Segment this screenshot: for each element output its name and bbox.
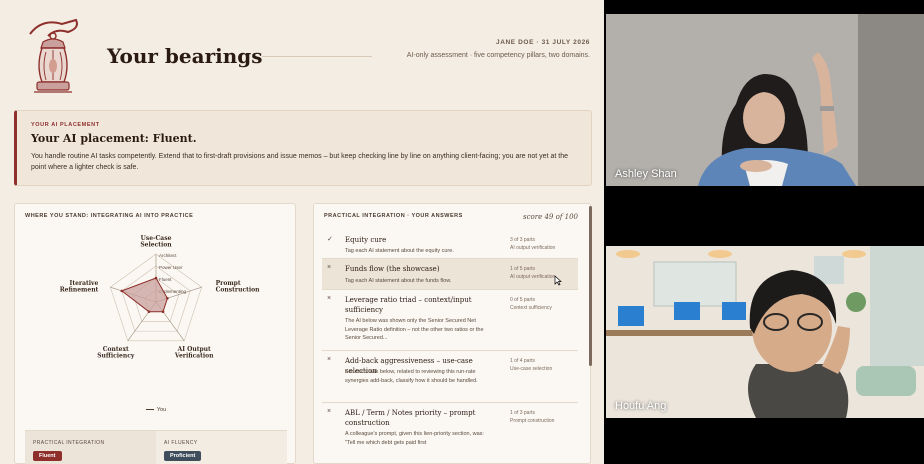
answer-pillar: AI output verification — [510, 274, 556, 280]
placement-summary: PRACTICAL INTEGRATION Fluent AI FLUENCY … — [25, 430, 287, 464]
answer-item[interactable]: ✓ Equity cure Tag each AI statement abou… — [322, 230, 578, 259]
radar-axis-label: Refinement — [60, 287, 99, 294]
shared-screen: Your bearings JANE DOE · 31 JULY 2026 AI… — [0, 0, 604, 464]
page-title: Your bearings — [107, 44, 263, 68]
participant-tile[interactable]: Houfu Ang — [606, 246, 924, 418]
answers-card: PRACTICAL INTEGRATION · YOUR ANSWERS sco… — [313, 203, 592, 464]
answer-meta: 1 of 4 parts Use-case selection — [510, 357, 576, 373]
radar-point — [166, 296, 169, 300]
answer-meta: 3 of 3 parts AI output verification — [510, 236, 576, 252]
answer-prompt: A colleague's prompt, given this lien-pr… — [345, 431, 484, 446]
answer-meta: 1 of 3 parts Prompt construction — [510, 409, 576, 425]
radar-axis-label: Construction — [216, 287, 261, 294]
radar-legend: You — [15, 407, 297, 413]
answer-pillar: Use-case selection — [510, 366, 553, 372]
practical-level-badge: Fluent — [33, 451, 62, 461]
answer-title: ABL / Term / Notes priority – prompt con… — [345, 409, 476, 427]
title-divider — [262, 56, 372, 57]
answer-pillar: Context sufficiency — [510, 305, 552, 311]
answer-prompt: Tag each AI statement about the equity c… — [345, 248, 454, 254]
radar-axis-label: Sufficiency — [97, 352, 135, 359]
answer-parts: 1 of 4 parts — [510, 358, 536, 364]
answer-list: ✓ Equity cure Tag each AI statement abou… — [322, 230, 578, 453]
answer-parts: 1 of 5 parts — [510, 266, 536, 272]
answer-title: Funds flow (the showcase) — [345, 265, 440, 273]
legend-label: You — [156, 407, 167, 413]
answer-prompt: Tag each AI statement about the funds fl… — [345, 278, 452, 284]
radar-ring-label: Fluent — [159, 277, 172, 282]
fluency-level-badge: Proficient — [164, 451, 202, 461]
radar-axis-label: Verification — [174, 352, 214, 359]
answer-item[interactable]: × Add-back aggressiveness – use-case sel… — [322, 351, 578, 403]
answer-pillar: AI output verification — [510, 245, 556, 251]
incorrect-icon: × — [327, 264, 332, 271]
answer-meta: 0 of 5 parts Context sufficiency — [510, 296, 576, 312]
radar-point — [154, 276, 158, 280]
answer-prompt: For each task below, related to reviewin… — [345, 369, 478, 384]
participant-name: Houfu Ang — [615, 400, 667, 412]
radar-axis-label: Selection — [140, 242, 172, 249]
participant-video — [606, 14, 924, 186]
placement-eyebrow: YOUR AI PLACEMENT — [31, 122, 100, 128]
answer-item[interactable]: × Funds flow (the showcase) Tag each AI … — [322, 259, 578, 290]
answer-parts: 0 of 5 parts — [510, 297, 536, 303]
radar-point — [120, 289, 124, 293]
placement-callout: YOUR AI PLACEMENT Your AI placement: Flu… — [14, 110, 592, 186]
answer-title: Equity cure — [345, 236, 387, 244]
practical-integration-panel: PRACTICAL INTEGRATION Fluent — [25, 431, 156, 464]
correct-icon: ✓ — [327, 236, 333, 243]
answer-parts: 1 of 3 parts — [510, 410, 536, 416]
ai-fluency-panel: AI FLUENCY Proficient — [156, 431, 287, 464]
practical-integration-label: PRACTICAL INTEGRATION — [33, 440, 105, 446]
answer-meta: 1 of 5 parts AI output verification — [510, 265, 576, 281]
answer-item[interactable]: × ABL / Term / Notes priority – prompt c… — [322, 403, 578, 453]
placement-heading: Your AI placement: Fluent. — [31, 132, 197, 145]
byline: JANE DOE · 31 JULY 2026 — [495, 39, 590, 46]
radar-ring-label: Architect — [159, 253, 177, 258]
incorrect-icon: × — [327, 356, 332, 363]
lantern-illustration — [29, 18, 78, 93]
answers-scrollbar[interactable] — [589, 206, 592, 366]
participant-tile[interactable]: Ashley Shan — [606, 14, 924, 186]
radar-score-area — [120, 277, 168, 313]
participant-video — [606, 246, 924, 418]
mouse-cursor-icon — [554, 275, 562, 286]
ai-fluency-label: AI FLUENCY — [164, 440, 198, 446]
radar-point — [161, 310, 165, 314]
participant-name: Ashley Shan — [615, 168, 677, 180]
radar-point — [147, 310, 151, 314]
answer-pillar: Prompt construction — [510, 418, 555, 424]
legend-swatch — [145, 409, 154, 411]
assessment-subtitle: AI-only assessment · five competency pil… — [406, 52, 590, 59]
incorrect-icon: × — [327, 295, 332, 302]
answer-prompt: The AI below was shown only the Senior S… — [345, 318, 484, 341]
answers-card-title: PRACTICAL INTEGRATION · YOUR ANSWERS — [324, 213, 463, 219]
incorrect-icon: × — [327, 408, 332, 415]
answer-parts: 3 of 3 parts — [510, 237, 536, 243]
radar-card: WHERE YOU STAND: INTEGRATING AI INTO PRA… — [14, 203, 296, 464]
radar-ring-label: Power User — [159, 265, 183, 270]
answer-title: Leverage ratio triad – context/input suf… — [345, 296, 472, 314]
video-call-window: Your bearings JANE DOE · 31 JULY 2026 AI… — [0, 0, 924, 464]
radar-chart: ImplementingFluentPower UserArchitectUse… — [60, 235, 261, 359]
answer-item[interactable]: × Leverage ratio triad – context/input s… — [322, 290, 578, 351]
score-label: score 49 of 100 — [523, 213, 578, 221]
placement-body: You handle routine AI tasks competently.… — [31, 153, 568, 171]
